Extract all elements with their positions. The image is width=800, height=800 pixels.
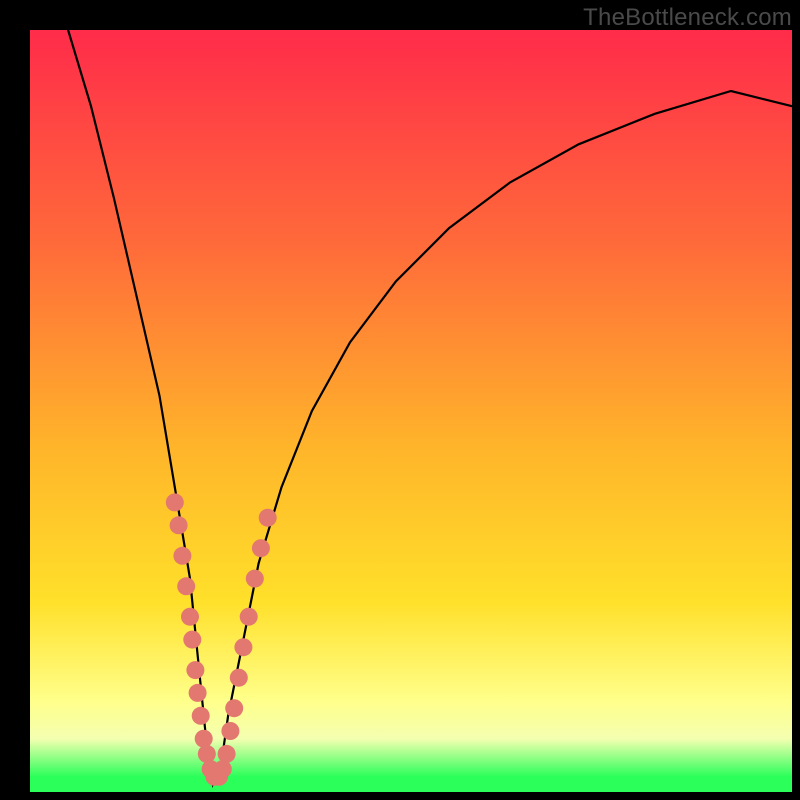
- data-marker: [259, 509, 277, 527]
- plot-area: [30, 30, 792, 792]
- bottleneck-curve: [68, 30, 792, 784]
- watermark-text: TheBottleneck.com: [583, 4, 792, 32]
- data-marker: [189, 684, 207, 702]
- data-marker: [230, 669, 248, 687]
- data-marker: [183, 631, 201, 649]
- data-marker: [218, 745, 236, 763]
- data-marker: [214, 760, 232, 778]
- data-marker: [192, 707, 210, 725]
- data-marker: [221, 722, 239, 740]
- chart-frame: TheBottleneck.com: [0, 0, 800, 800]
- data-marker: [195, 730, 213, 748]
- curve-layer: [30, 30, 792, 792]
- data-marker: [240, 608, 258, 626]
- data-marker: [234, 638, 252, 656]
- data-marker: [246, 570, 264, 588]
- data-marker: [166, 493, 184, 511]
- data-marker: [181, 608, 199, 626]
- data-marker: [225, 699, 243, 717]
- data-marker: [198, 745, 216, 763]
- data-marker: [177, 577, 195, 595]
- data-marker: [252, 539, 270, 557]
- data-marker: [186, 661, 204, 679]
- data-marker: [170, 516, 188, 534]
- data-marker: [173, 547, 191, 565]
